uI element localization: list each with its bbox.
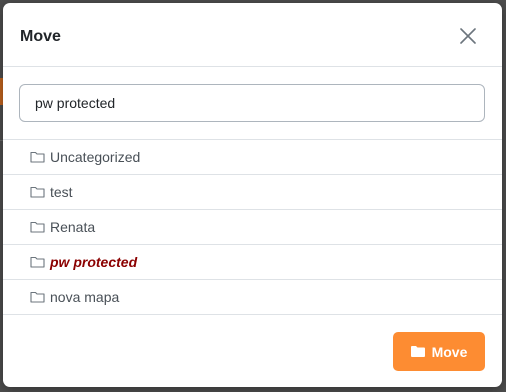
- folder-outline-icon: [30, 151, 45, 163]
- folder-list: Uncategorized test Renata pw protected n…: [3, 139, 502, 315]
- folder-item-test[interactable]: test: [3, 175, 502, 210]
- dialog-footer: Move: [3, 315, 502, 387]
- folder-item-uncategorized[interactable]: Uncategorized: [3, 140, 502, 175]
- folder-outline-icon: [30, 186, 45, 198]
- folder-label: test: [50, 183, 73, 200]
- search-input[interactable]: [20, 85, 484, 121]
- folder-label: nova mapa: [50, 288, 120, 305]
- move-dialog: Move Uncategorized test Renata: [3, 3, 502, 387]
- search-field: [19, 84, 485, 122]
- folder-label: pw protected: [50, 253, 138, 270]
- dialog-title: Move: [20, 28, 61, 45]
- folder-label: Uncategorized: [50, 148, 141, 165]
- folder-solid-icon: [410, 346, 425, 357]
- folder-item-renata[interactable]: Renata: [3, 210, 502, 245]
- folder-outline-icon: [30, 221, 45, 233]
- folder-item-pw-protected[interactable]: pw protected: [3, 245, 502, 280]
- folder-item-nova-mapa[interactable]: nova mapa: [3, 280, 502, 315]
- move-button[interactable]: Move: [393, 332, 485, 371]
- folder-label: Renata: [50, 218, 96, 235]
- folder-outline-icon: [30, 256, 45, 268]
- close-button[interactable]: [455, 23, 481, 49]
- move-button-label: Move: [431, 343, 468, 360]
- folder-outline-icon: [30, 291, 45, 303]
- dialog-header: Move: [3, 3, 502, 67]
- close-icon: [460, 28, 476, 44]
